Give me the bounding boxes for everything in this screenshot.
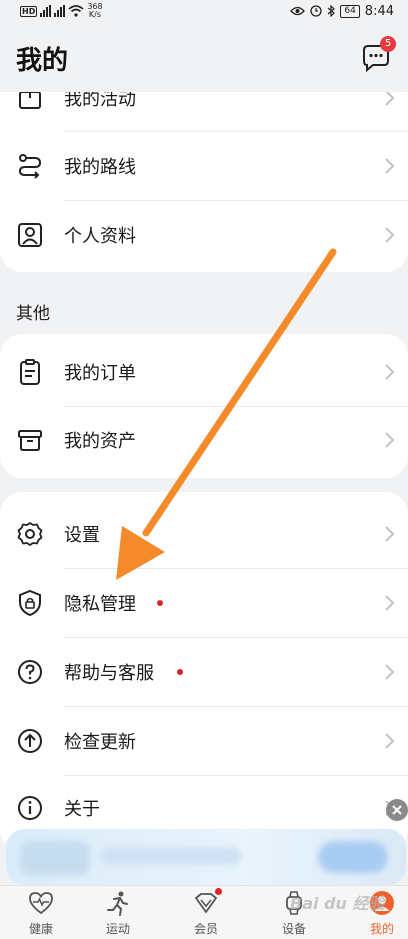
net-speed: 368 K/s bbox=[87, 3, 102, 19]
chevron-right-icon bbox=[385, 733, 395, 749]
card-system: 设置 隐私管理 帮助与客服 检查更新 关于 bbox=[0, 492, 408, 852]
header: 我的 5 bbox=[0, 22, 408, 92]
menu-item-label: 我的路线 bbox=[64, 157, 136, 178]
tab-label: 会员 bbox=[193, 922, 218, 936]
chevron-right-icon bbox=[385, 158, 395, 174]
tab-vip[interactable]: 会员 bbox=[165, 886, 247, 939]
close-icon bbox=[392, 805, 402, 815]
battery-indicator: 64 bbox=[340, 4, 360, 18]
chevron-right-icon bbox=[385, 364, 395, 380]
chevron-right-icon bbox=[385, 595, 395, 611]
menu-item-orders[interactable]: 我的订单 bbox=[0, 338, 408, 406]
tab-label: 设备 bbox=[281, 922, 306, 936]
tab-sport[interactable]: 运动 bbox=[77, 886, 159, 939]
assets-icon bbox=[18, 430, 42, 451]
promo-banner[interactable] bbox=[6, 829, 406, 885]
banner-action-button[interactable] bbox=[318, 841, 388, 873]
new-dot bbox=[157, 600, 163, 606]
card-other: 我的订单 我的资产 bbox=[0, 334, 408, 478]
status-bar: HD 368 K/s 64 8:44 bbox=[0, 0, 408, 22]
chevron-right-icon bbox=[385, 227, 395, 243]
menu-item-label: 隐私管理 bbox=[64, 594, 136, 615]
banner-text bbox=[101, 847, 241, 865]
menu-item-profile[interactable]: 个人资料 bbox=[0, 201, 408, 269]
menu-item-update[interactable]: 检查更新 bbox=[0, 707, 408, 775]
menu-item-label: 关于 bbox=[64, 799, 100, 820]
banner-image bbox=[20, 841, 90, 875]
gear-icon bbox=[17, 522, 43, 546]
chevron-right-icon bbox=[385, 664, 395, 680]
eye-icon bbox=[290, 6, 306, 16]
menu-item-privacy[interactable]: 隐私管理 bbox=[0, 569, 408, 637]
chevron-right-icon bbox=[385, 526, 395, 542]
hd-badge: HD bbox=[20, 5, 38, 17]
signal-icon bbox=[40, 5, 52, 17]
page-title: 我的 bbox=[16, 46, 69, 76]
privacy-shield-icon bbox=[19, 589, 41, 617]
menu-item-label: 帮助与客服 bbox=[64, 663, 154, 684]
menu-item-settings[interactable]: 设置 bbox=[0, 500, 408, 568]
tab-health[interactable]: 健康 bbox=[0, 886, 82, 939]
new-dot bbox=[177, 669, 183, 675]
heart-icon bbox=[29, 892, 53, 915]
info-icon bbox=[18, 796, 42, 820]
clock: 8:44 bbox=[364, 3, 394, 19]
section-title-other: 其他 bbox=[16, 304, 50, 324]
wifi-icon bbox=[68, 5, 84, 17]
new-dot bbox=[215, 888, 222, 895]
order-icon bbox=[20, 359, 40, 385]
menu-item-label: 我的活动 bbox=[64, 92, 136, 110]
tab-label: 运动 bbox=[105, 922, 130, 936]
tab-label: 健康 bbox=[28, 922, 53, 936]
menu-item-label: 检查更新 bbox=[64, 732, 136, 753]
card-personal: 我的活动 我的路线 个人资料 bbox=[0, 92, 408, 272]
running-icon bbox=[107, 891, 128, 916]
menu-item-label: 我的订单 bbox=[64, 363, 136, 384]
tab-label: 我的 bbox=[369, 922, 394, 936]
alarm-icon bbox=[310, 5, 322, 17]
watermark: Bai du 经验 bbox=[290, 894, 385, 913]
bluetooth-icon bbox=[327, 5, 336, 17]
net-speed-unit: K/s bbox=[88, 10, 102, 19]
menu-item-label: 个人资料 bbox=[64, 226, 136, 247]
activity-icon bbox=[19, 92, 41, 109]
menu-item-activity[interactable]: 我的活动 bbox=[0, 92, 408, 132]
status-right: 64 8:44 bbox=[290, 0, 394, 22]
update-icon bbox=[18, 729, 42, 753]
message-button[interactable]: 5 bbox=[360, 36, 396, 74]
status-left: HD 368 K/s bbox=[20, 0, 103, 22]
chevron-right-icon bbox=[385, 92, 395, 106]
menu-item-assets[interactable]: 我的资产 bbox=[0, 406, 408, 474]
profile-icon bbox=[18, 223, 42, 247]
menu-item-label: 设置 bbox=[64, 525, 100, 546]
menu-item-route[interactable]: 我的路线 bbox=[0, 132, 408, 200]
menu-item-help[interactable]: 帮助与客服 bbox=[0, 638, 408, 706]
banner-close-button[interactable] bbox=[386, 799, 408, 821]
route-icon bbox=[18, 154, 42, 179]
signal-icon-2 bbox=[54, 5, 66, 17]
help-icon bbox=[18, 660, 42, 684]
chevron-right-icon bbox=[385, 432, 395, 448]
menu-item-label: 我的资产 bbox=[64, 431, 136, 452]
message-count-badge: 5 bbox=[380, 36, 396, 52]
